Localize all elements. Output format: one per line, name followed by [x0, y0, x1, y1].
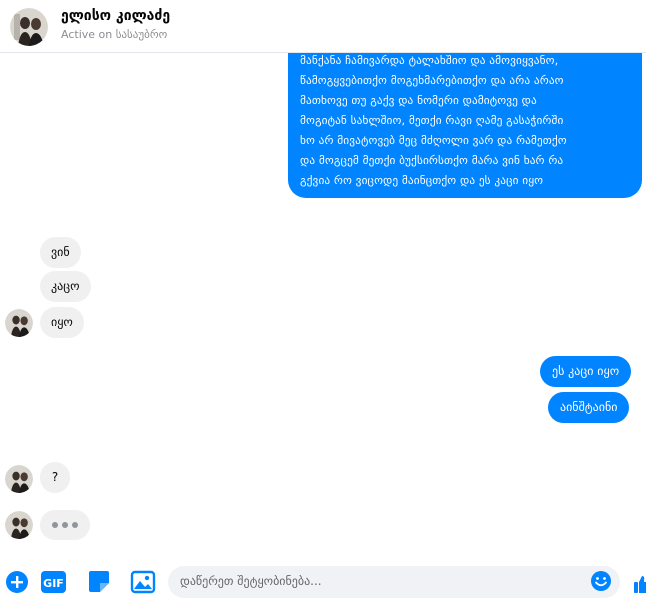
contact-avatar-image — [5, 309, 33, 337]
outgoing-message: ეს კაცი იყო — [540, 356, 632, 387]
contact-status: Active on სასაუბრო — [61, 28, 168, 41]
contact-avatar-image — [10, 8, 48, 46]
message-line: მოგიტან სახლშიო, მეთქი რავი ღამე გასაჭირ… — [300, 114, 564, 127]
emoji-icon[interactable] — [590, 570, 612, 592]
outgoing-message: აინშტაინი — [548, 392, 630, 423]
gif-icon[interactable]: GIF — [40, 569, 66, 595]
incoming-message: ? — [40, 462, 70, 493]
sticker-icon[interactable] — [86, 569, 112, 595]
contact-avatar-small — [5, 511, 33, 539]
contact-avatar-image — [5, 511, 33, 539]
contact-name[interactable]: ელისო კილაძე — [61, 8, 170, 24]
message-line: მანქანა ჩამივარდა ტალახშიო და ამოვიყვანო… — [300, 54, 559, 67]
message-line: წამოგყვებითქო მოგეხმარებითქო და არა არაო — [300, 74, 564, 87]
outgoing-message-long: მანქანა ჩამივარდა ტალახშიო და ამოვიყვანო… — [288, 42, 642, 198]
typing-dot — [72, 522, 78, 528]
chat-header: ელისო კილაძე Active on სასაუბრო — [0, 0, 646, 53]
message-line: ხო არ მივატოვებ მეც მძღოლი ვარ და რამეთქ… — [300, 134, 567, 147]
message-input-placeholder: დაწერეთ შეტყობინება... — [180, 574, 322, 588]
plus-circle-icon[interactable] — [4, 569, 30, 595]
svg-text:GIF: GIF — [43, 577, 64, 590]
contact-avatar-small — [5, 309, 33, 337]
message-input[interactable]: დაწერეთ შეტყობინება... — [168, 566, 620, 598]
contact-avatar-image — [5, 465, 33, 493]
contact-avatar-small — [5, 465, 33, 493]
typing-indicator — [40, 510, 90, 540]
message-line: მათხოვე თუ გაქვ და ნომერი დამიტოვე და — [300, 94, 537, 107]
incoming-message: ვინ — [40, 237, 81, 268]
image-icon[interactable] — [130, 569, 156, 595]
typing-dot — [62, 522, 68, 528]
like-icon[interactable] — [633, 574, 646, 594]
typing-dot — [52, 522, 58, 528]
incoming-message: კაცო — [40, 271, 91, 302]
incoming-message: იყო — [40, 307, 84, 338]
message-line: გქვია რო ვიცოდე მაინცთქო და ეს კაცი იყო — [300, 174, 544, 187]
contact-avatar[interactable] — [10, 8, 48, 46]
message-line: და მოგცემ მეთქი ბუქსირსთქო მარა ვინ ხარ … — [300, 154, 564, 167]
